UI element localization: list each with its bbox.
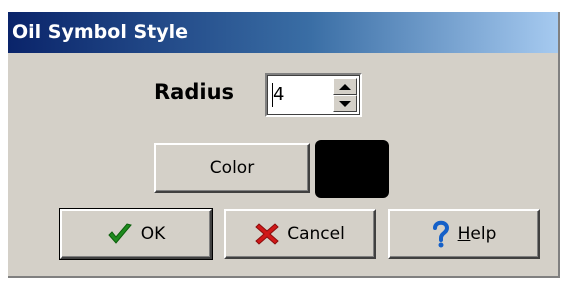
help-label-rest: elp	[470, 224, 497, 244]
arrow-up-icon	[339, 83, 351, 90]
spin-down-button[interactable]	[333, 95, 357, 112]
help-button[interactable]: Help	[388, 209, 540, 259]
color-button[interactable]: Color	[154, 143, 310, 193]
radius-spinbox[interactable]: 4	[265, 73, 362, 117]
window-title: Oil Symbol Style	[12, 21, 188, 43]
spin-buttons	[333, 78, 357, 112]
checkmark-icon	[107, 222, 133, 246]
color-button-label: Color	[209, 158, 255, 178]
radius-label: Radius	[154, 80, 235, 104]
question-icon	[432, 220, 450, 248]
help-accelerator: H	[457, 224, 471, 244]
ok-button[interactable]: OK	[59, 208, 213, 260]
help-label: Help	[458, 224, 497, 244]
radius-value[interactable]: 4	[273, 84, 284, 105]
color-swatch[interactable]	[315, 140, 389, 198]
spin-up-button[interactable]	[333, 78, 357, 95]
title-bar: Oil Symbol Style	[8, 12, 558, 53]
cancel-label: Cancel	[287, 224, 345, 244]
arrow-down-icon	[339, 100, 351, 107]
ok-label: OK	[140, 224, 166, 244]
oil-symbol-style-dialog: Oil Symbol Style Radius 4 Color OK Cance…	[8, 12, 560, 278]
cancel-button[interactable]: Cancel	[224, 209, 376, 259]
x-icon	[255, 222, 279, 246]
